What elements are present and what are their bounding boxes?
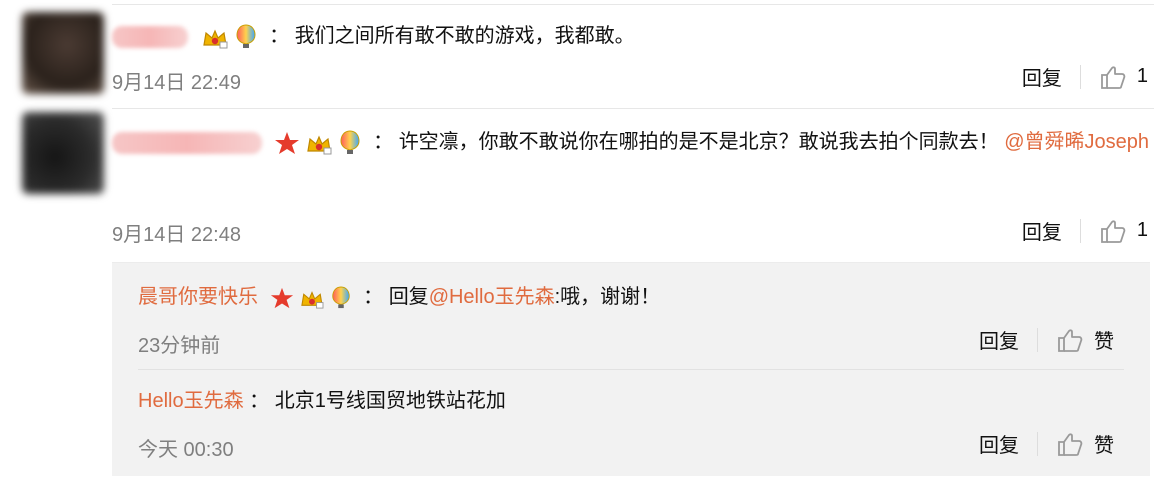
star-icon bbox=[270, 287, 293, 308]
user-badges bbox=[274, 130, 362, 156]
divider bbox=[112, 108, 1154, 109]
colon: ： bbox=[363, 286, 384, 308]
like-button[interactable]: 赞 bbox=[1056, 429, 1114, 458]
reply-actions: 回复 赞 bbox=[979, 325, 1114, 354]
reply-time: 23分钟前 bbox=[138, 335, 221, 357]
username-blurred[interactable] bbox=[112, 25, 188, 48]
comment-line: ： 许空凛，你敢不敢说你在哪拍的是不是北京？敢说我去拍个同款去！ @曾舜晞Jos… bbox=[112, 128, 1150, 156]
reply-text: 北京1号线国贸地铁站花加 bbox=[274, 390, 506, 412]
comment-text: 许空凛，你敢不敢说你在哪拍的是不是北京？敢说我去拍个同款去！ bbox=[398, 131, 999, 153]
comment-actions: 回复 1 bbox=[1022, 62, 1148, 91]
reply-line: 晨哥你要快乐 ： 回复@Hello玉先森:哦，谢谢！ bbox=[138, 283, 1122, 311]
reply-actions: 回复 赞 bbox=[979, 429, 1114, 458]
like-button[interactable]: 赞 bbox=[1056, 325, 1114, 354]
comment-time: 9月14日 22:48 bbox=[112, 224, 241, 246]
user-badges bbox=[200, 24, 258, 50]
reply-text: :哦，谢谢！ bbox=[554, 286, 661, 308]
reply-button[interactable]: 回复 bbox=[1022, 62, 1062, 91]
action-divider bbox=[1037, 431, 1038, 456]
like-button[interactable]: 1 bbox=[1099, 218, 1148, 244]
reply-button[interactable]: 回复 bbox=[979, 325, 1019, 354]
like-count: 1 bbox=[1136, 65, 1148, 87]
crown-icon bbox=[300, 290, 324, 309]
top-divider bbox=[112, 4, 1154, 5]
thumb-up-icon bbox=[1100, 65, 1126, 89]
thumb-up-icon bbox=[1058, 328, 1083, 352]
crown-icon bbox=[202, 29, 228, 49]
mention-link[interactable]: @曾舜晞Joseph bbox=[1004, 131, 1149, 153]
reply-button[interactable]: 回复 bbox=[1022, 216, 1062, 245]
comment-line: ： 我们之间所有敢不敢的游戏，我都敢。 bbox=[112, 22, 1150, 50]
reply-prefix: 回复 bbox=[388, 286, 429, 308]
star-icon bbox=[274, 131, 299, 154]
mention-link[interactable]: @Hello玉先森 bbox=[429, 286, 555, 308]
comment-text: 我们之间所有敢不敢的游戏，我都敢。 bbox=[294, 25, 635, 47]
colon: ： bbox=[269, 25, 290, 47]
like-count: 1 bbox=[1136, 219, 1148, 241]
avatar[interactable] bbox=[22, 12, 104, 94]
reply-time: 今天 00:30 bbox=[138, 439, 234, 461]
comment-actions: 回复 1 bbox=[1022, 216, 1148, 245]
action-divider bbox=[1079, 218, 1081, 243]
crown-icon bbox=[306, 135, 332, 155]
like-button[interactable]: 1 bbox=[1099, 64, 1148, 90]
thumb-up-icon bbox=[1058, 432, 1083, 456]
like-label: 赞 bbox=[1094, 331, 1114, 353]
reply-username[interactable]: 晨哥你要快乐 bbox=[138, 286, 258, 308]
username-blurred[interactable] bbox=[112, 131, 262, 154]
user-badges bbox=[270, 286, 352, 310]
divider bbox=[138, 369, 1124, 370]
avatar[interactable] bbox=[22, 112, 104, 194]
comment-time: 9月14日 22:49 bbox=[112, 72, 241, 94]
balloon-icon bbox=[331, 286, 350, 308]
like-label: 赞 bbox=[1094, 435, 1114, 457]
action-divider bbox=[1037, 327, 1038, 352]
thumb-up-icon bbox=[1100, 219, 1126, 243]
comment-thread: ： 我们之间所有敢不敢的游戏，我都敢。 9月14日 22:49 回复 1 ： 许… bbox=[0, 0, 1166, 482]
reply-username[interactable]: Hello玉先森 bbox=[138, 390, 244, 412]
replies-panel: 晨哥你要快乐 ： 回复@Hello玉先森:哦，谢谢！ 23分钟前 回复 赞 He… bbox=[112, 262, 1150, 476]
colon: ： bbox=[373, 131, 394, 153]
balloon-icon bbox=[236, 24, 256, 48]
action-divider bbox=[1079, 64, 1081, 89]
colon: ： bbox=[249, 390, 270, 412]
reply-line: Hello玉先森 ： 北京1号线国贸地铁站花加 bbox=[138, 387, 1122, 415]
reply-button[interactable]: 回复 bbox=[979, 429, 1019, 458]
balloon-icon bbox=[340, 130, 360, 154]
